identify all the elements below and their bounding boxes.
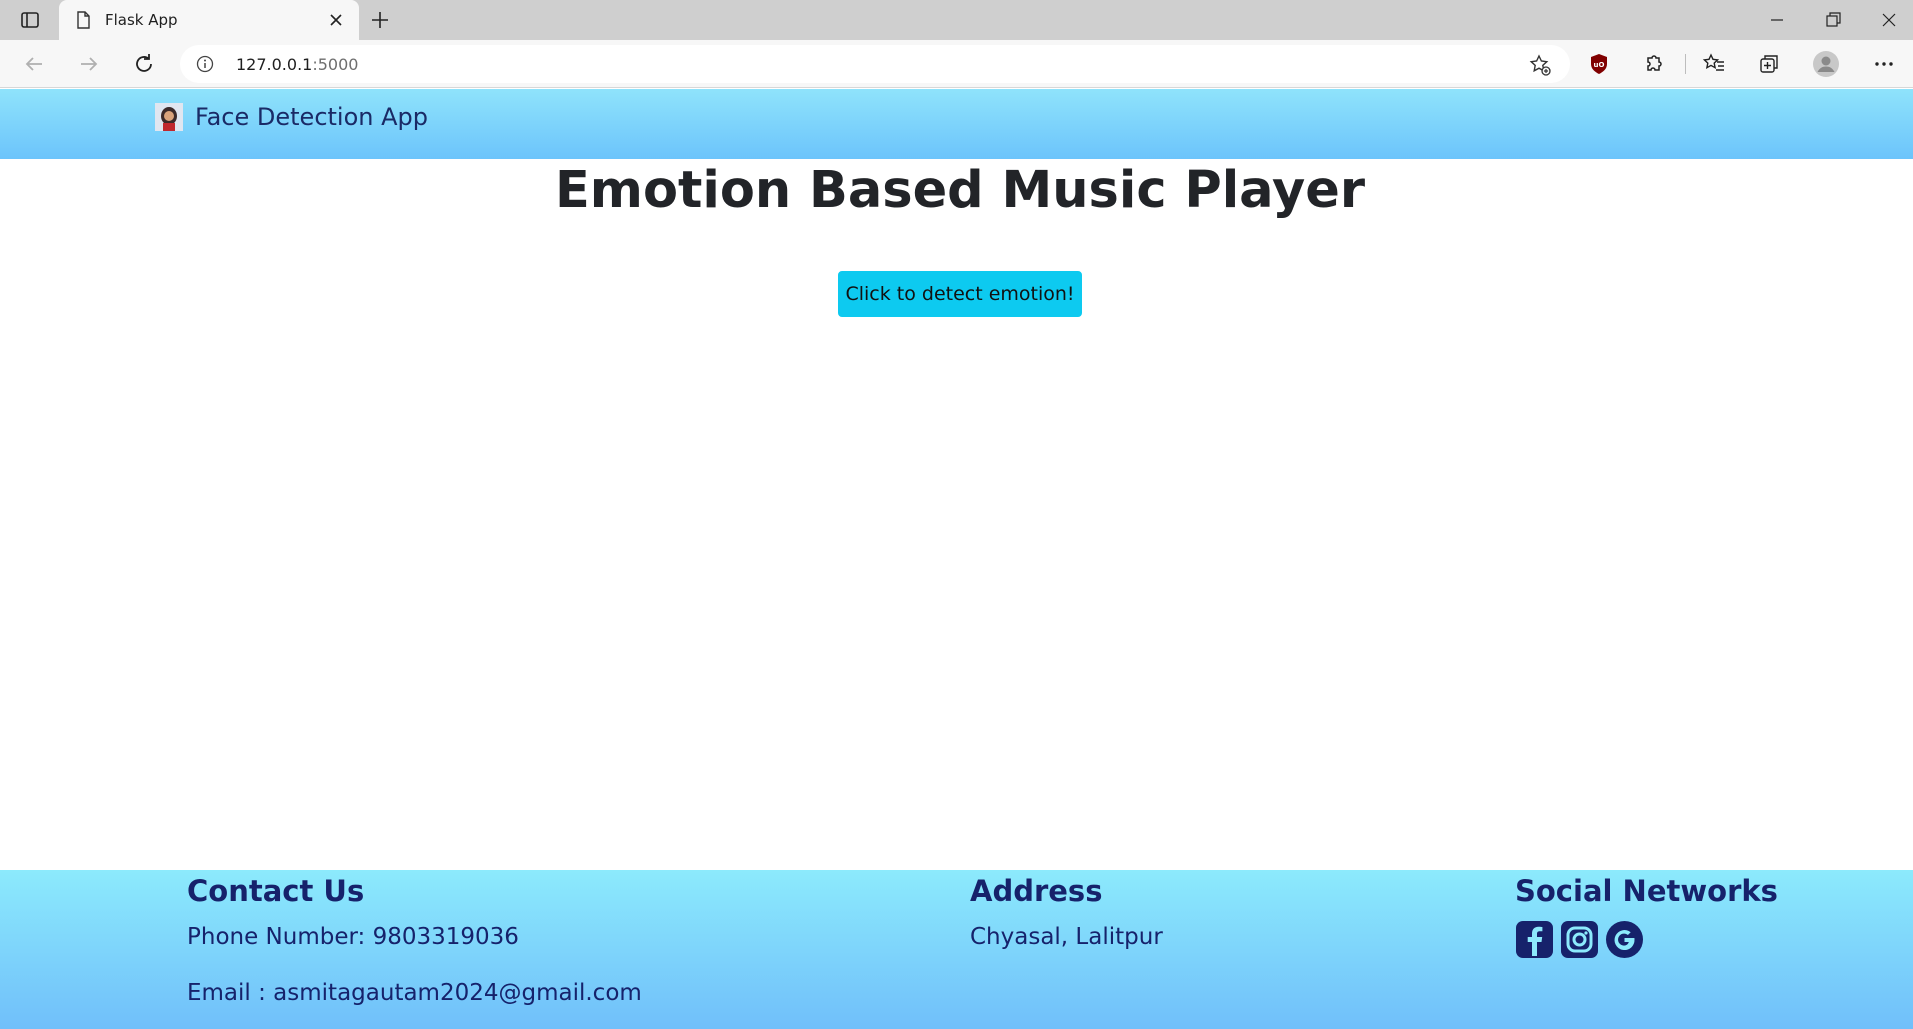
- refresh-icon[interactable]: [130, 50, 158, 78]
- page-content: Face Detection App Emotion Based Music P…: [0, 89, 1913, 1029]
- url-port: :5000: [312, 55, 359, 74]
- svg-text:uO: uO: [1594, 61, 1605, 69]
- face-logo-icon: [155, 103, 183, 131]
- profile-avatar-icon[interactable]: [1812, 50, 1840, 78]
- navbar: Face Detection App: [0, 89, 1913, 159]
- browser-tab[interactable]: Flask App: [59, 0, 359, 40]
- facebook-icon[interactable]: [1515, 920, 1554, 959]
- url-text: 127.0.0.1:5000: [236, 55, 358, 74]
- address-bar[interactable]: 127.0.0.1:5000: [180, 45, 1570, 83]
- minimize-icon[interactable]: [1749, 0, 1805, 40]
- detect-emotion-button[interactable]: Click to detect emotion!: [838, 271, 1082, 317]
- page-title: Emotion Based Music Player: [554, 161, 1366, 220]
- more-icon[interactable]: [1870, 50, 1898, 78]
- browser-toolbar: 127.0.0.1:5000 uO: [0, 40, 1913, 88]
- contact-phone: Phone Number: 9803319036: [187, 924, 519, 950]
- social-links: [1515, 920, 1644, 959]
- navbar-brand[interactable]: Face Detection App: [155, 103, 428, 131]
- google-icon[interactable]: [1605, 920, 1644, 959]
- document-icon: [73, 10, 93, 30]
- plus-icon[interactable]: [368, 8, 392, 32]
- close-icon[interactable]: [1861, 0, 1913, 40]
- contact-title: Contact Us: [187, 874, 365, 908]
- url-host: 127.0.0.1: [236, 55, 313, 74]
- ublock-icon[interactable]: uO: [1585, 50, 1613, 78]
- tab-actions-icon[interactable]: [18, 8, 42, 32]
- footer: Contact Us Phone Number: 9803319036 Emai…: [0, 870, 1913, 1029]
- favorites-icon[interactable]: [1700, 50, 1728, 78]
- address-text: Chyasal, Lalitpur: [970, 924, 1163, 950]
- address-title: Address: [970, 874, 1103, 908]
- collections-icon[interactable]: [1755, 50, 1783, 78]
- tab-title: Flask App: [105, 11, 178, 29]
- add-favorite-icon[interactable]: [1528, 53, 1552, 77]
- extensions-icon[interactable]: [1640, 50, 1668, 78]
- social-title: Social Networks: [1515, 874, 1778, 908]
- back-arrow-icon[interactable]: [20, 50, 48, 78]
- instagram-icon[interactable]: [1560, 920, 1599, 959]
- forward-arrow-icon[interactable]: [75, 50, 103, 78]
- contact-email: Email : asmitagautam2024@gmail.com: [187, 980, 642, 1006]
- toolbar-divider: [1685, 54, 1686, 74]
- info-icon[interactable]: [196, 55, 214, 73]
- restore-icon[interactable]: [1805, 0, 1861, 40]
- close-icon[interactable]: [325, 9, 347, 31]
- brand-name: Face Detection App: [195, 103, 429, 131]
- browser-tab-strip: Flask App: [0, 0, 1913, 40]
